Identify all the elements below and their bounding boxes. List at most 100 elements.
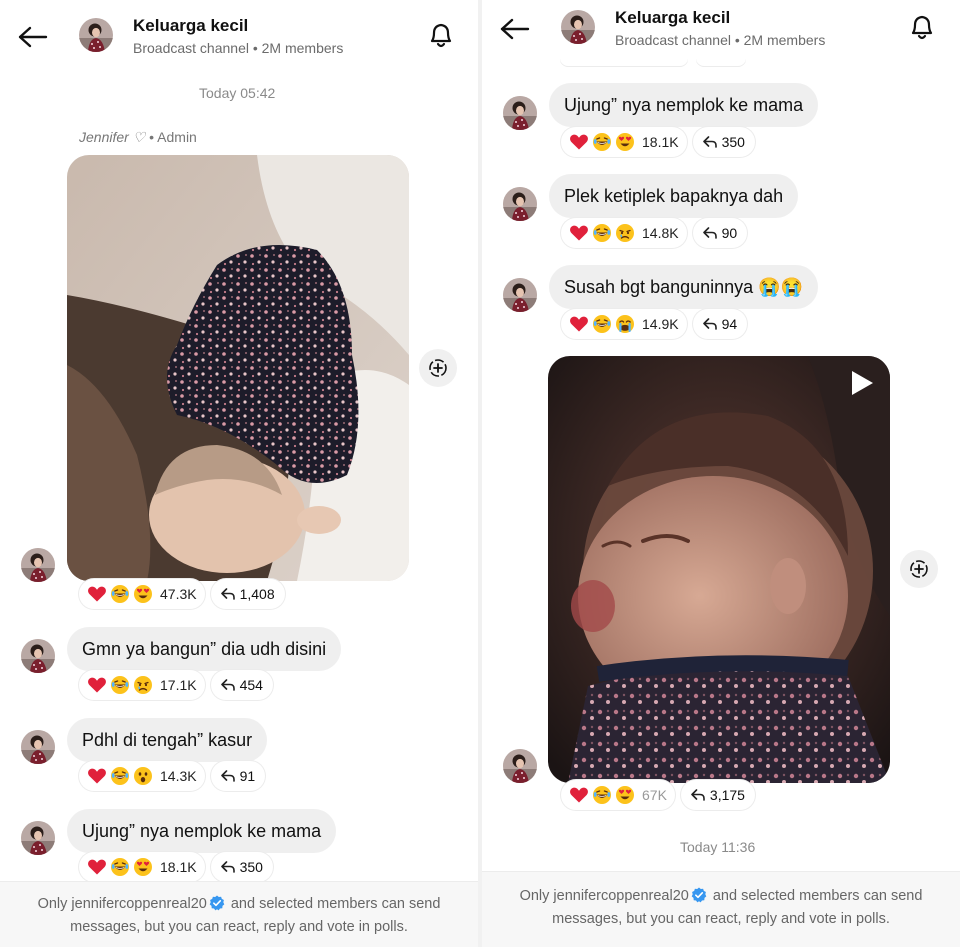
message-bubble[interactable]: Susah bgt banguninnya 😭😭 xyxy=(549,265,818,309)
timestamp: Today 05:42 xyxy=(199,85,276,101)
laughing-emoji-icon xyxy=(110,584,130,604)
footer-suffix: and selected members can send xyxy=(226,896,441,912)
heart-emoji-icon xyxy=(87,675,107,695)
footer-line-1: Only jennifercoppenreal20 and selected m… xyxy=(0,893,478,916)
photo-reactions: 47.3K 1,408 xyxy=(79,579,285,609)
channel-avatar[interactable] xyxy=(561,10,595,44)
reaction-count: 67K xyxy=(642,787,667,803)
reply-count-button[interactable]: 454 xyxy=(210,670,273,700)
heart-eyes-emoji-icon xyxy=(615,785,635,805)
laughing-emoji-icon xyxy=(592,314,612,334)
reply-arrow-icon xyxy=(221,588,235,600)
sender-avatar[interactable] xyxy=(21,548,55,582)
channel-name[interactable]: Keluarga kecil xyxy=(133,16,248,36)
reply-arrow-icon xyxy=(221,861,235,873)
message-reactions: 14.3K 91 xyxy=(79,761,266,791)
reply-count-button[interactable]: 3,175 xyxy=(680,780,755,810)
reaction-count: 18.1K xyxy=(160,859,197,875)
laughing-emoji-icon xyxy=(592,223,612,243)
heart-emoji-icon xyxy=(569,314,589,334)
reaction-count: 47.3K xyxy=(160,586,197,602)
message-reactions: 14.8K 90 xyxy=(561,218,748,248)
reply-count: 94 xyxy=(721,316,738,332)
message-bubble[interactable]: Ujung” nya nemplok ke mama xyxy=(549,83,819,127)
reaction-count: 14.3K xyxy=(160,768,197,784)
heart-eyes-emoji-icon xyxy=(133,857,153,877)
channel-avatar[interactable] xyxy=(79,18,113,52)
reply-count-button[interactable]: 350 xyxy=(210,852,273,882)
reaction-summary[interactable]: 17.1K xyxy=(79,670,205,700)
play-icon[interactable] xyxy=(850,370,874,401)
sender-avatar[interactable] xyxy=(21,821,55,855)
verified-badge-icon xyxy=(209,895,225,911)
reaction-summary[interactable]: 14.8K xyxy=(561,218,687,248)
sender-avatar[interactable] xyxy=(21,730,55,764)
timestamp: Today 11:36 xyxy=(680,839,756,855)
share-plus-icon[interactable] xyxy=(900,550,938,588)
reply-count-button[interactable]: 94 xyxy=(692,309,748,339)
message-bubble[interactable]: Gmn ya bangun” dia udh disini xyxy=(67,627,342,671)
reaction-count: 18.1K xyxy=(642,134,679,150)
back-arrow-icon[interactable] xyxy=(500,18,530,40)
reaction-summary[interactable]: 67K xyxy=(561,780,675,810)
message-bubble[interactable]: Pdhl di tengah” kasur xyxy=(67,718,268,762)
reply-arrow-icon xyxy=(691,789,705,801)
reply-count: 90 xyxy=(721,225,738,241)
sender-name: Jennifer ♡ xyxy=(79,129,146,145)
reply-count: 91 xyxy=(239,768,256,784)
reply-arrow-icon xyxy=(703,227,717,239)
reaction-summary[interactable]: 14.9K xyxy=(561,309,687,339)
heart-emoji-icon xyxy=(87,584,107,604)
heart-emoji-icon xyxy=(87,766,107,786)
laughing-emoji-icon xyxy=(110,766,130,786)
sender-avatar[interactable] xyxy=(503,96,537,130)
channel-footer-notice: Only jennifercoppenreal20 and selected m… xyxy=(0,881,478,947)
message-reactions: 17.1K 454 xyxy=(79,670,273,700)
reaction-summary[interactable]: 47.3K xyxy=(79,579,205,609)
heart-eyes-emoji-icon xyxy=(615,132,635,152)
footer-suffix: and selected members can send xyxy=(708,888,923,904)
reply-count: 454 xyxy=(239,677,263,693)
sender-avatar[interactable] xyxy=(503,278,537,312)
channel-header: Keluarga kecil Broadcast channel • 2M me… xyxy=(482,0,960,62)
heart-emoji-icon xyxy=(569,785,589,805)
footer-line-1: Only jennifercoppenreal20 and selected m… xyxy=(482,885,960,908)
message-bubble[interactable]: Plek ketiplek bapaknya dah xyxy=(549,174,799,218)
right-screenshot-panel: Keluarga kecil Broadcast channel • 2M me… xyxy=(482,0,960,947)
reply-count: 350 xyxy=(239,859,263,875)
message-reactions: 18.1K 350 xyxy=(79,852,273,882)
sender-avatar[interactable] xyxy=(21,639,55,673)
sender-role: • Admin xyxy=(145,129,197,145)
reply-arrow-icon xyxy=(703,318,717,330)
message-reactions: 18.1K 350 xyxy=(561,127,755,157)
disappointed-emoji-icon xyxy=(133,675,153,695)
channel-subtitle: Broadcast channel • 2M members xyxy=(615,32,826,48)
channel-name[interactable]: Keluarga kecil xyxy=(615,8,730,28)
share-plus-icon[interactable] xyxy=(419,349,457,387)
bell-icon[interactable] xyxy=(428,21,454,49)
sender-avatar[interactable] xyxy=(503,187,537,221)
sender-avatar[interactable] xyxy=(503,749,537,783)
reaction-summary[interactable]: 14.3K xyxy=(79,761,205,791)
reply-count-button[interactable]: 1,408 xyxy=(210,579,285,609)
reaction-count: 14.8K xyxy=(642,225,679,241)
reaction-summary[interactable]: 18.1K xyxy=(561,127,687,157)
bell-icon[interactable] xyxy=(909,13,935,41)
astonished-emoji-icon xyxy=(133,766,153,786)
shared-photo[interactable] xyxy=(67,155,409,581)
reply-count: 350 xyxy=(721,134,745,150)
laughing-emoji-icon xyxy=(592,785,612,805)
reply-arrow-icon xyxy=(221,770,235,782)
reply-count-button[interactable]: 90 xyxy=(692,218,748,248)
reply-arrow-icon xyxy=(703,136,717,148)
heart-emoji-icon xyxy=(569,132,589,152)
back-arrow-icon[interactable] xyxy=(18,26,48,48)
reply-count-button[interactable]: 91 xyxy=(210,761,266,791)
footer-prefix: Only jennifercoppenreal20 xyxy=(519,888,689,904)
shared-video[interactable] xyxy=(548,356,890,783)
message-bubble[interactable]: Ujung” nya nemplok ke mama xyxy=(67,809,337,853)
reaction-summary[interactable]: 18.1K xyxy=(79,852,205,882)
sleeping-baby-photo xyxy=(67,155,409,581)
reply-count-button[interactable]: 350 xyxy=(692,127,755,157)
disappointed-emoji-icon xyxy=(615,223,635,243)
